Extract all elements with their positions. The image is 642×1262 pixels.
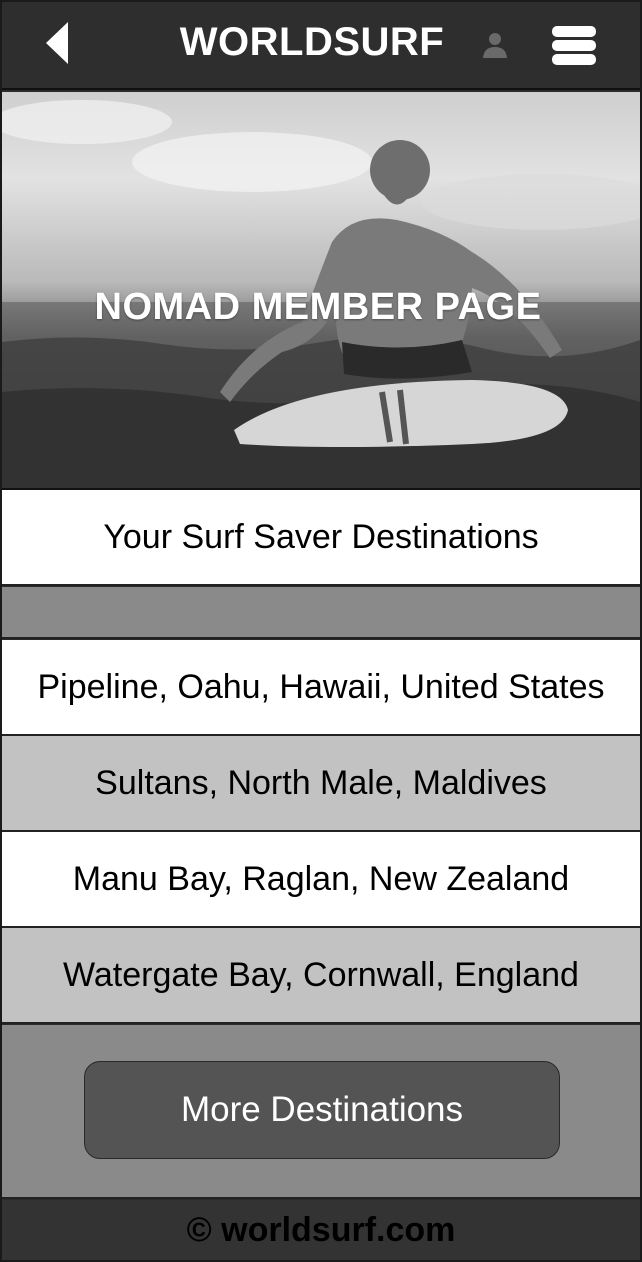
user-icon: [483, 33, 507, 58]
destination-list: Pipeline, Oahu, Hawaii, United States Su…: [2, 640, 640, 1024]
hero-banner: NOMAD MEMBER PAGE: [2, 92, 640, 490]
app-title: WORLDSURF: [179, 20, 445, 64]
profile-button[interactable]: [480, 30, 510, 60]
divider-bar: [2, 587, 640, 639]
page-title: NOMAD MEMBER PAGE: [94, 286, 542, 328]
top-bar: WORLDSURF: [2, 2, 640, 90]
app-frame: WORLDSURF NOMAD MEMBER PAGE Your Surf Sa…: [0, 0, 642, 1262]
more-destinations-panel: More Destinations: [2, 1025, 640, 1199]
more-destinations-button[interactable]: More Destinations: [84, 1061, 560, 1159]
list-item[interactable]: Manu Bay, Raglan, New Zealand: [2, 832, 640, 928]
menu-button[interactable]: [550, 24, 598, 68]
hamburger-menu-icon: [552, 26, 596, 65]
list-item[interactable]: Sultans, North Male, Maldives: [2, 736, 640, 832]
list-item[interactable]: Pipeline, Oahu, Hawaii, United States: [2, 640, 640, 736]
list-item[interactable]: Watergate Bay, Cornwall, England: [2, 928, 640, 1024]
footer-copyright: © worldsurf.com: [2, 1200, 640, 1260]
section-heading: Your Surf Saver Destinations: [2, 490, 640, 586]
back-arrow-icon: [46, 22, 68, 64]
back-button[interactable]: [42, 20, 78, 68]
